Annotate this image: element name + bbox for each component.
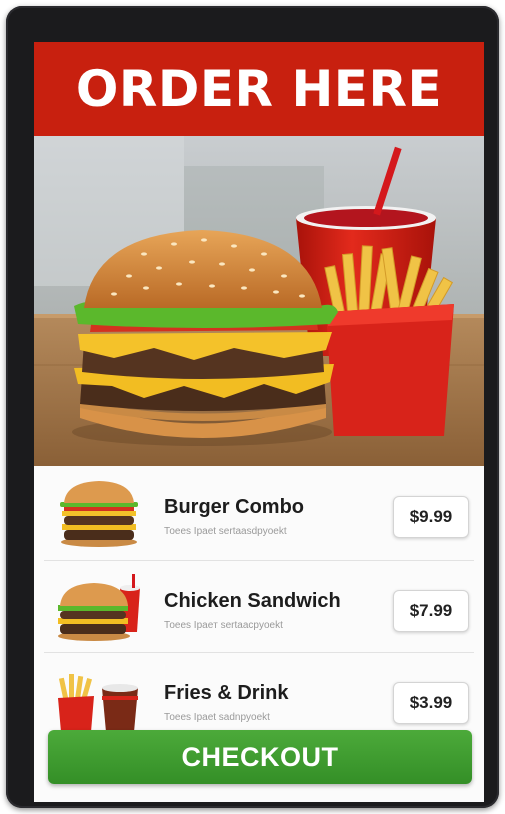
item-description: Тоees Ipaet sertaasdрyoekt bbox=[164, 526, 287, 537]
header-banner: ORDER HERE bbox=[34, 42, 484, 136]
fries-graphic bbox=[324, 245, 454, 436]
price-button[interactable]: $3.99 bbox=[393, 682, 469, 724]
sandwich-thumb-icon bbox=[58, 574, 140, 641]
divider bbox=[44, 652, 474, 653]
kiosk-screen: ORDER HERE Burger Combo Тоees Ipaet sert… bbox=[34, 42, 484, 802]
divider bbox=[44, 560, 474, 561]
price-button[interactable]: $7.99 bbox=[393, 590, 469, 632]
fries-drink-thumb-icon bbox=[58, 674, 138, 732]
checkout-button[interactable]: CHECKOUT bbox=[48, 730, 472, 784]
burger-graphic bbox=[72, 230, 338, 446]
item-description: Тоees Ipaet sadnpyoekt bbox=[164, 712, 270, 723]
page-title: ORDER HERE bbox=[75, 60, 443, 118]
menu-item-burger-combo[interactable]: Burger Combo Тоees Ipaet sertaasdрyoekt … bbox=[44, 470, 474, 556]
item-name: Fries & Drink bbox=[164, 682, 289, 704]
menu-item-chicken-sandwich[interactable]: Chicken Sandwich Тоeеs Ipaeт sertaacpyoe… bbox=[44, 564, 474, 650]
item-description: Тоeеs Ipaeт sertaacpyoekt bbox=[164, 620, 283, 631]
item-name: Burger Combo bbox=[164, 496, 304, 518]
item-name: Chicken Sandwich bbox=[164, 590, 341, 612]
hero-image bbox=[34, 136, 484, 466]
price-button[interactable]: $9.99 bbox=[393, 496, 469, 538]
burger-thumb-icon bbox=[60, 481, 138, 547]
kiosk-display: ORDER HERE Burger Combo Тоees Ipaet sert… bbox=[6, 6, 499, 808]
